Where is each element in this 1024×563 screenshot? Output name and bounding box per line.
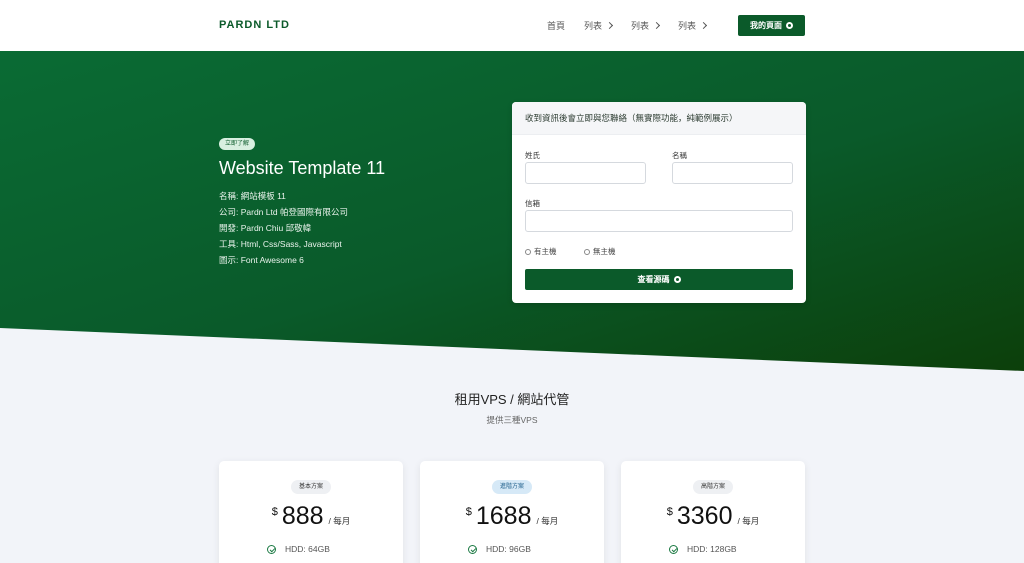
radio-circle-icon [525, 248, 531, 255]
nav-item-list-2[interactable]: 列表 [631, 19, 661, 31]
radio-circle-icon [584, 248, 590, 255]
view-source-label: 查看源碼 [637, 275, 670, 284]
my-page-button-label: 我的頁面 [750, 21, 782, 30]
chevron-right-icon [700, 21, 708, 29]
price-amount: 1688 [475, 502, 532, 530]
email-input[interactable] [525, 210, 793, 232]
currency-symbol: $ [271, 506, 278, 518]
feature-label: HDD: 64GB [285, 544, 330, 554]
radio-no-host[interactable]: 無主機 [584, 246, 616, 257]
nav-item-list-3[interactable]: 列表 [678, 19, 708, 31]
github-icon [786, 22, 793, 29]
nav-item-label: 列表 [631, 20, 650, 31]
form-header: 收到資訊後會立即與您聯絡（無實際功能，純範例展示） [512, 102, 806, 135]
surname-label: 姓氏 [525, 151, 540, 160]
nav-item-label: 首頁 [547, 20, 566, 31]
nav-item-list-1[interactable]: 列表 [584, 19, 614, 31]
plan-price: $ 888 / 每月 [219, 501, 403, 531]
nav-item-home[interactable]: 首頁 [547, 19, 565, 31]
github-icon [673, 276, 681, 283]
currency-symbol: $ [465, 506, 472, 518]
plan-badge: 進階方案 [491, 480, 533, 494]
info-item-icons: 圖示: Font Awesome 6 [219, 255, 304, 265]
plan-feature: HDD: 64GB [267, 544, 330, 554]
plan-card-basic: 基本方案 $ 888 / 每月 HDD: 64GB [219, 461, 403, 563]
plan-badge: 基本方案 [290, 480, 332, 494]
currency-symbol: $ [666, 506, 673, 518]
navbar: PARDN LTD 首頁 列表 列表 列表 我的頁面 [0, 0, 1024, 51]
nav-item-label: 列表 [584, 20, 603, 31]
check-circle-icon [468, 544, 477, 554]
plan-card-advanced: 進階方案 $ 1688 / 每月 HDD: 96GB [420, 461, 604, 563]
plan-price: $ 3360 / 每月 [621, 501, 805, 531]
brand-logo[interactable]: PARDN LTD [219, 19, 290, 31]
template-info-list: 名稱: 網站模板 11 公司: Pardn Ltd 帕登國際有限公司 開發: P… [219, 190, 348, 270]
my-page-button[interactable]: 我的頁面 [738, 15, 805, 36]
plan-price: $ 1688 / 每月 [420, 501, 604, 531]
hero-title: Website Template 11 [219, 158, 386, 178]
section-title: 租用VPS / 網站代管 [454, 392, 570, 407]
price-period: / 每月 [328, 516, 351, 526]
price-amount: 3360 [676, 502, 733, 530]
surname-input[interactable] [525, 162, 646, 184]
name-label: 名稱 [672, 151, 687, 160]
check-circle-icon [669, 544, 678, 554]
contact-form-card: 收到資訊後會立即與您聯絡（無實際功能，純範例展示） 姓氏 名稱 信箱 有主機 無… [512, 102, 806, 303]
radio-label: 無主機 [593, 247, 616, 256]
feature-label: HDD: 96GB [486, 544, 531, 554]
view-source-button[interactable]: 查看源碼 [525, 269, 793, 290]
info-item-tools: 工具: Html, Css/Sass, Javascript [219, 239, 342, 249]
price-amount: 888 [281, 502, 324, 530]
radio-label: 有主機 [534, 247, 557, 256]
name-input[interactable] [672, 162, 793, 184]
chevron-right-icon [653, 21, 661, 29]
nav-item-label: 列表 [678, 20, 697, 31]
radio-has-host[interactable]: 有主機 [525, 246, 557, 257]
learn-more-badge[interactable]: 立即了解 [219, 138, 256, 150]
nav-menu: 首頁 列表 列表 列表 [547, 19, 725, 31]
chevron-right-icon [605, 21, 614, 29]
plan-card-premium: 高階方案 $ 3360 / 每月 HDD: 128GB [621, 461, 805, 563]
plan-feature: HDD: 96GB [468, 544, 531, 554]
feature-label: HDD: 128GB [687, 544, 737, 554]
info-item-company: 公司: Pardn Ltd 帕登國際有限公司 [219, 207, 348, 217]
section-subtitle: 提供三種VPS [486, 415, 538, 425]
plan-feature: HDD: 128GB [669, 544, 737, 554]
check-circle-icon [267, 544, 276, 554]
price-period: / 每月 [737, 516, 760, 526]
info-item-developer: 開發: Pardn Chiu 邱敬幃 [219, 223, 312, 233]
email-label: 信箱 [525, 199, 540, 208]
price-period: / 每月 [536, 516, 559, 526]
plan-badge: 高階方案 [692, 480, 734, 494]
info-item-name: 名稱: 網站模板 11 [219, 191, 286, 201]
